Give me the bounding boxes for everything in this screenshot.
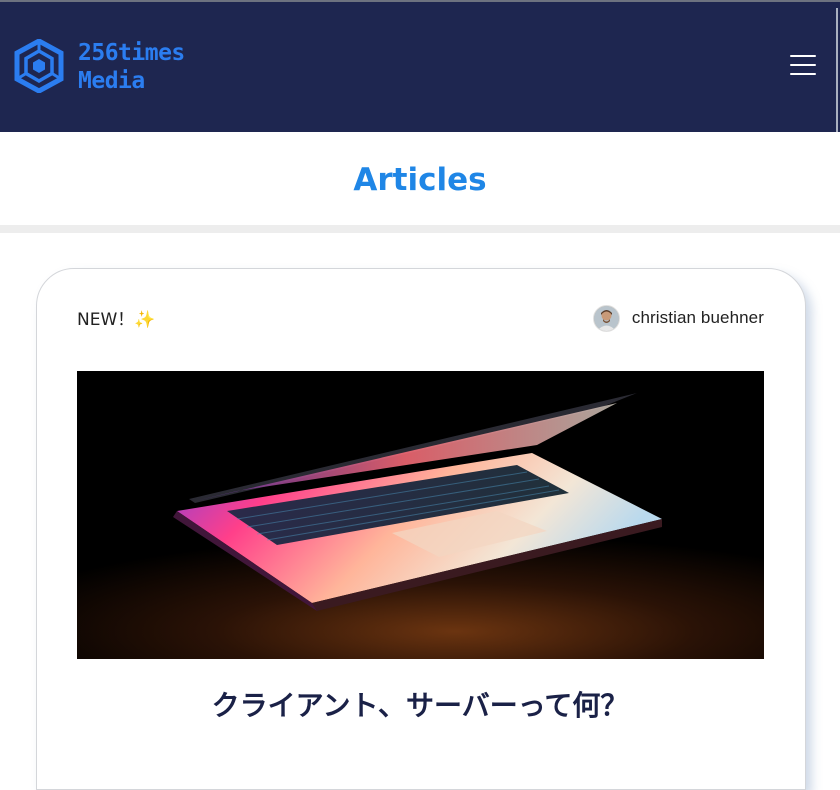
hexagon-logo-icon[interactable]	[14, 39, 64, 93]
article-hero-image[interactable]	[77, 371, 764, 659]
article-title[interactable]: クライアント、サーバーって何？	[0, 686, 840, 726]
new-badge: NEW！✨	[77, 308, 155, 332]
scrollbar[interactable]	[836, 8, 838, 134]
logo-line-1: 256times	[78, 40, 185, 66]
site-logo-text[interactable]: 256times Media	[78, 39, 185, 95]
author-name[interactable]: christian buehner	[632, 308, 764, 328]
page-title: Articles	[353, 162, 487, 198]
sparkles-icon: ✨	[134, 310, 156, 330]
article-author[interactable]: christian buehner	[592, 304, 764, 332]
avatar[interactable]	[592, 304, 620, 332]
hamburger-menu-icon[interactable]	[788, 50, 818, 80]
logo-line-2: Media	[78, 68, 145, 94]
new-badge-label: NEW！	[77, 310, 135, 330]
section-divider	[0, 225, 840, 233]
